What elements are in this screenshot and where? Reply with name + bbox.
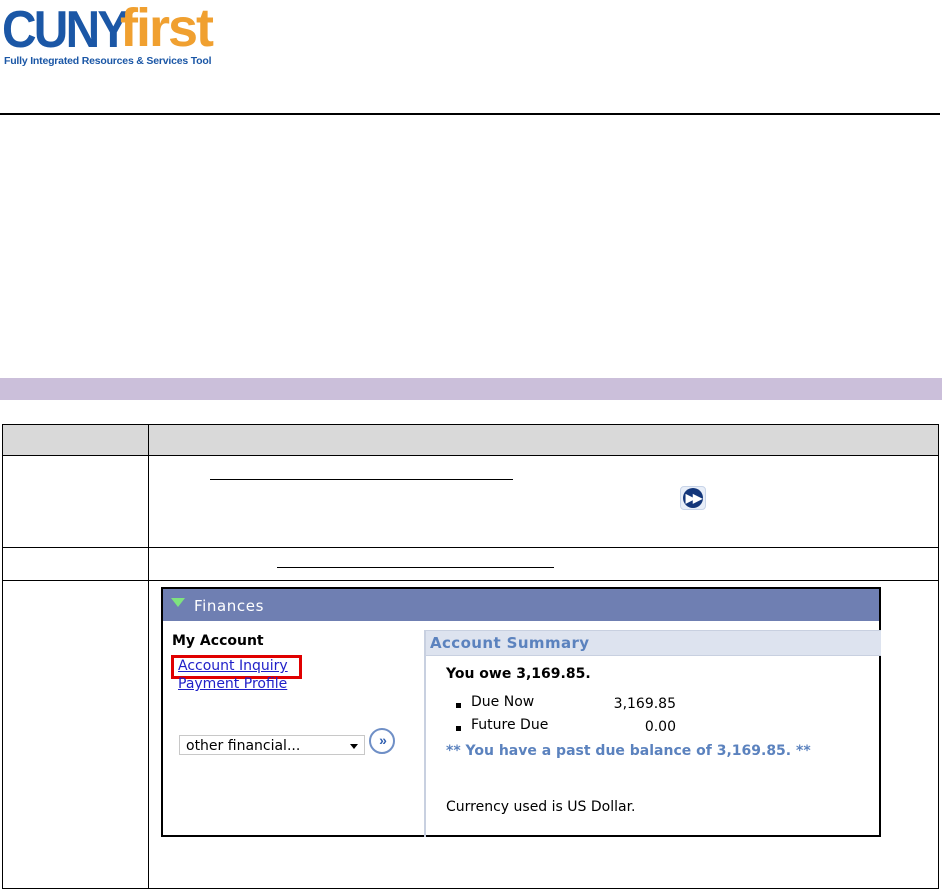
due-now-label: Due Now (471, 694, 535, 710)
cunyfirst-logo: CUNY first Fully Integrated Resources & … (2, 0, 242, 72)
triangle-down-icon[interactable] (171, 598, 185, 607)
you-owe-text: You owe 3,169.85. (446, 666, 591, 682)
finances-panel: Finances My Account Account Inquiry Paym… (161, 587, 881, 837)
header-cell-step (2, 424, 149, 456)
table-cell-step (2, 455, 149, 548)
header-divider (0, 113, 940, 115)
dropdown-value: other financial... (186, 738, 301, 754)
account-summary-header: Account Summary (426, 631, 881, 656)
table-cell-action: ▶▶ (148, 455, 939, 548)
table-cell-step (2, 580, 149, 889)
currency-note: Currency used is US Dollar. (446, 799, 636, 815)
logo-tagline: Fully Integrated Resources & Services To… (4, 55, 212, 67)
table-cell-screenshot: Finances My Account Account Inquiry Paym… (148, 580, 939, 889)
bullet-icon (456, 726, 461, 731)
fast-forward-glyph: ▶▶ (683, 488, 703, 508)
table-row (2, 547, 939, 581)
double-chevron-right-icon[interactable]: » (369, 728, 395, 754)
fast-forward-icon[interactable]: ▶▶ (680, 486, 706, 510)
chevron-down-icon (350, 744, 358, 749)
steps-table: ▶▶ Finances My Account Account Inquiry P… (2, 424, 939, 889)
account-summary-panel: Account Summary You owe 3,169.85. Due No… (424, 630, 881, 837)
logo-first-text: first (120, 0, 214, 58)
header-cell-action (148, 424, 939, 456)
due-now-amount: 3,169.85 (613, 696, 676, 712)
section-band (0, 378, 942, 400)
table-header-row (2, 424, 939, 456)
account-summary-title: Account Summary (430, 634, 590, 652)
table-cell-action (148, 547, 939, 581)
payment-profile-link[interactable]: Payment Profile (178, 676, 287, 692)
finances-header[interactable]: Finances (163, 589, 879, 621)
bullet-icon (456, 703, 461, 708)
table-row: ▶▶ (2, 455, 939, 548)
account-inquiry-link[interactable]: Account Inquiry (178, 658, 288, 674)
underline-placeholder (277, 567, 554, 568)
future-due-amount: 0.00 (644, 719, 676, 735)
finances-title: Finances (194, 597, 265, 615)
logo-cuny-text: CUNY (2, 1, 129, 59)
table-row: Finances My Account Account Inquiry Paym… (2, 580, 939, 889)
future-due-label: Future Due (471, 717, 549, 733)
table-cell-step (2, 547, 149, 581)
past-due-notice: ** You have a past due balance of 3,169.… (446, 743, 811, 759)
my-account-heading: My Account (172, 633, 264, 649)
other-financial-dropdown[interactable]: other financial... (179, 735, 365, 755)
underline-placeholder (210, 479, 513, 480)
